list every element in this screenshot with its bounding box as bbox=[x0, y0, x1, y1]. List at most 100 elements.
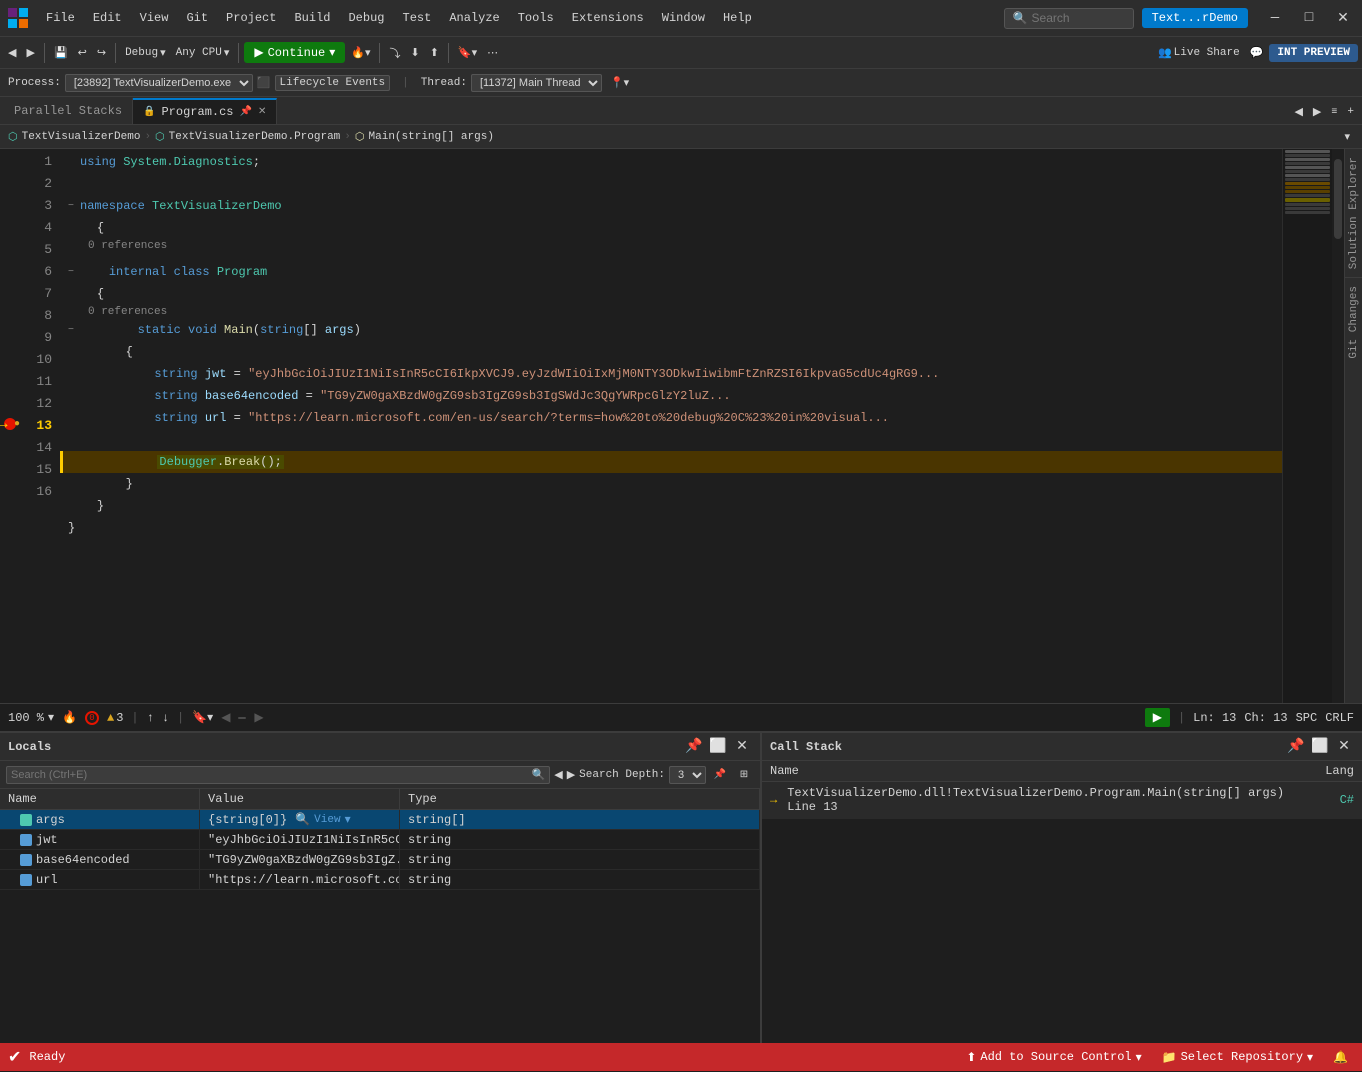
warning-indicator[interactable]: ▲ 3 bbox=[107, 711, 123, 725]
locals-row-url[interactable]: url "https://learn.microsoft.com/... 🔍 V… bbox=[0, 870, 760, 890]
breadcrumb-project[interactable]: TextVisualizerDemo bbox=[22, 131, 141, 143]
locals-view-args[interactable]: View bbox=[314, 814, 340, 826]
tab-scroll-left[interactable]: ◀ bbox=[1290, 100, 1306, 124]
menu-debug[interactable]: Debug bbox=[340, 7, 392, 29]
locals-row-base64[interactable]: base64encoded "TG9yZW0gaXBzdW0gZG9sb3IgZ… bbox=[0, 850, 760, 870]
menu-analyze[interactable]: Analyze bbox=[441, 7, 507, 29]
close-button[interactable]: ✕ bbox=[1328, 4, 1358, 32]
locals-close-button[interactable]: ✕ bbox=[732, 737, 752, 757]
step-into[interactable]: ⬇ bbox=[406, 41, 423, 65]
depth-select[interactable]: 3 bbox=[669, 766, 706, 784]
tab-parallel-stacks[interactable]: Parallel Stacks bbox=[4, 98, 133, 124]
breadcrumb-expand[interactable]: ▾ bbox=[1340, 125, 1354, 149]
menu-tools[interactable]: Tools bbox=[510, 7, 562, 29]
bookmark-icon[interactable]: 🔖▾ bbox=[192, 710, 213, 725]
nav-prev-icon[interactable]: ◀ bbox=[554, 768, 562, 782]
more-tools[interactable]: ⋯ bbox=[483, 41, 502, 65]
platform-select[interactable]: Any CPU▾ bbox=[172, 41, 234, 65]
menu-extensions[interactable]: Extensions bbox=[564, 7, 652, 29]
code-content[interactable]: using System.Diagnostics; − namespace Te… bbox=[60, 149, 1282, 703]
lifecycle-select[interactable]: Lifecycle Events bbox=[275, 75, 391, 91]
menu-git[interactable]: Git bbox=[178, 7, 216, 29]
menu-view[interactable]: View bbox=[132, 7, 177, 29]
error-indicator[interactable]: 0 bbox=[85, 711, 99, 725]
locals-search-input[interactable] bbox=[11, 769, 532, 781]
cs-float-button[interactable]: ⬜ bbox=[1310, 737, 1330, 757]
config-select[interactable]: Debug▾ bbox=[121, 41, 170, 65]
bookmark[interactable]: 🔖▾ bbox=[454, 41, 481, 65]
locals-row-args[interactable]: args {string[0]} 🔍 View ▾ string[] bbox=[0, 810, 760, 830]
search-icon: 🔍 bbox=[1013, 11, 1028, 26]
feedback-button[interactable]: 💬 bbox=[1246, 41, 1268, 65]
search-input[interactable] bbox=[1032, 11, 1122, 25]
locals-table-header: Name Value Type bbox=[0, 789, 760, 810]
code-editor[interactable]: using System.Diagnostics; − namespace Te… bbox=[60, 149, 1282, 703]
menu-file[interactable]: File bbox=[38, 7, 83, 29]
repo-dropdown[interactable]: ▾ bbox=[1307, 1050, 1313, 1065]
editor-scrollbar[interactable] bbox=[1332, 149, 1344, 703]
toolbar-back[interactable]: ◀ bbox=[4, 41, 20, 65]
locals-search-box[interactable]: 🔍 bbox=[6, 766, 550, 784]
tab-close-button[interactable]: ✕ bbox=[258, 106, 266, 118]
menu-search-box[interactable]: 🔍 bbox=[1004, 8, 1134, 29]
step-over[interactable]: ⤵ bbox=[385, 41, 404, 65]
collapse-5[interactable]: − bbox=[68, 267, 80, 278]
bp-4 bbox=[0, 215, 20, 237]
toolbar-forward[interactable]: ▶ bbox=[22, 41, 38, 65]
menu-test[interactable]: Test bbox=[395, 7, 440, 29]
menu-help[interactable]: Help bbox=[715, 7, 760, 29]
git-changes-tab[interactable]: Git Changes bbox=[1346, 282, 1362, 363]
nav-next-icon[interactable]: ▶ bbox=[567, 768, 575, 782]
live-share-icon: 👥 bbox=[1158, 46, 1172, 60]
locals-float-button[interactable]: ⬜ bbox=[708, 737, 728, 757]
tab-program-cs[interactable]: 🔒 Program.cs 📌 ✕ bbox=[133, 98, 277, 124]
notifications-button[interactable]: 🔔 bbox=[1327, 1048, 1354, 1067]
preview-button[interactable]: INT PREVIEW bbox=[1269, 44, 1358, 62]
call-stack-frame-0[interactable]: → TextVisualizerDemo.dll!TextVisualizerD… bbox=[762, 782, 1362, 819]
source-control-button[interactable]: ⬆ Add to Source Control ▾ bbox=[960, 1048, 1147, 1067]
toolbar-save[interactable]: 💾 bbox=[50, 41, 72, 65]
minimize-button[interactable]: — bbox=[1260, 4, 1290, 32]
locals-pin-button[interactable]: 📌 bbox=[684, 737, 704, 757]
continue-button[interactable]: ▶ Continue ▾ bbox=[244, 42, 345, 63]
cs-pin-button[interactable]: 📌 bbox=[1286, 737, 1306, 757]
hot-reload-icon[interactable]: 🔥 bbox=[62, 710, 77, 725]
expand-all-btn[interactable]: ⊞ bbox=[734, 765, 754, 785]
locals-row-jwt[interactable]: jwt "eyJhbGciOiJIUzI1NiIsInR5cCl... 🔍 Vi… bbox=[0, 830, 760, 850]
breadcrumb-method[interactable]: Main(string[] args) bbox=[369, 131, 494, 143]
minimap[interactable] bbox=[1282, 149, 1332, 703]
solution-explorer-tab[interactable]: Solution Explorer bbox=[1346, 153, 1362, 273]
live-share-button[interactable]: 👥 Live Share bbox=[1154, 41, 1244, 65]
bp-13[interactable]: → ● bbox=[0, 413, 20, 435]
toolbar-undo[interactable]: ↩ bbox=[74, 41, 91, 65]
step-out[interactable]: ⬆ bbox=[426, 41, 443, 65]
breadcrumb-namespace[interactable]: TextVisualizerDemo.Program bbox=[169, 131, 341, 143]
new-vertical-tab[interactable]: + bbox=[1343, 100, 1358, 124]
nav-down[interactable]: ↓ bbox=[162, 711, 169, 725]
zoom-dropdown[interactable]: ▾ bbox=[48, 710, 54, 725]
process-select[interactable]: [23892] TextVisualizerDemo.exe bbox=[65, 74, 253, 92]
menu-edit[interactable]: Edit bbox=[85, 7, 130, 29]
nav-up[interactable]: ↑ bbox=[147, 711, 154, 725]
tab-scroll-right[interactable]: ▶ bbox=[1309, 100, 1325, 124]
cs-close-button[interactable]: ✕ bbox=[1334, 737, 1354, 757]
maximize-button[interactable]: □ bbox=[1294, 4, 1324, 32]
toolbar-redo[interactable]: ↪ bbox=[93, 41, 110, 65]
menu-project[interactable]: Project bbox=[218, 7, 284, 29]
zoom-control[interactable]: 100 % ▾ bbox=[8, 710, 54, 725]
scrollbar-thumb[interactable] bbox=[1334, 159, 1342, 239]
menu-build[interactable]: Build bbox=[286, 7, 338, 29]
view-dropdown-args[interactable]: ▾ bbox=[345, 812, 351, 827]
select-repo-button[interactable]: 📁 Select Repository ▾ bbox=[1156, 1048, 1319, 1067]
solution-explorer-toggle[interactable]: ≡ bbox=[1327, 100, 1341, 124]
pin-object-btn[interactable]: 📌 bbox=[710, 765, 730, 785]
toolbar-sep4 bbox=[379, 43, 380, 63]
source-control-dropdown[interactable]: ▾ bbox=[1136, 1050, 1142, 1065]
menu-window[interactable]: Window bbox=[654, 7, 713, 29]
collapse-7[interactable]: − bbox=[68, 325, 80, 336]
thread-control[interactable]: 📍▾ bbox=[610, 76, 629, 90]
hot-reload-button[interactable]: 🔥▾ bbox=[347, 41, 374, 65]
thread-select[interactable]: [11372] Main Thread bbox=[471, 74, 602, 92]
next-frame[interactable]: ▶ bbox=[1145, 708, 1170, 727]
collapse-3[interactable]: − bbox=[68, 201, 80, 212]
